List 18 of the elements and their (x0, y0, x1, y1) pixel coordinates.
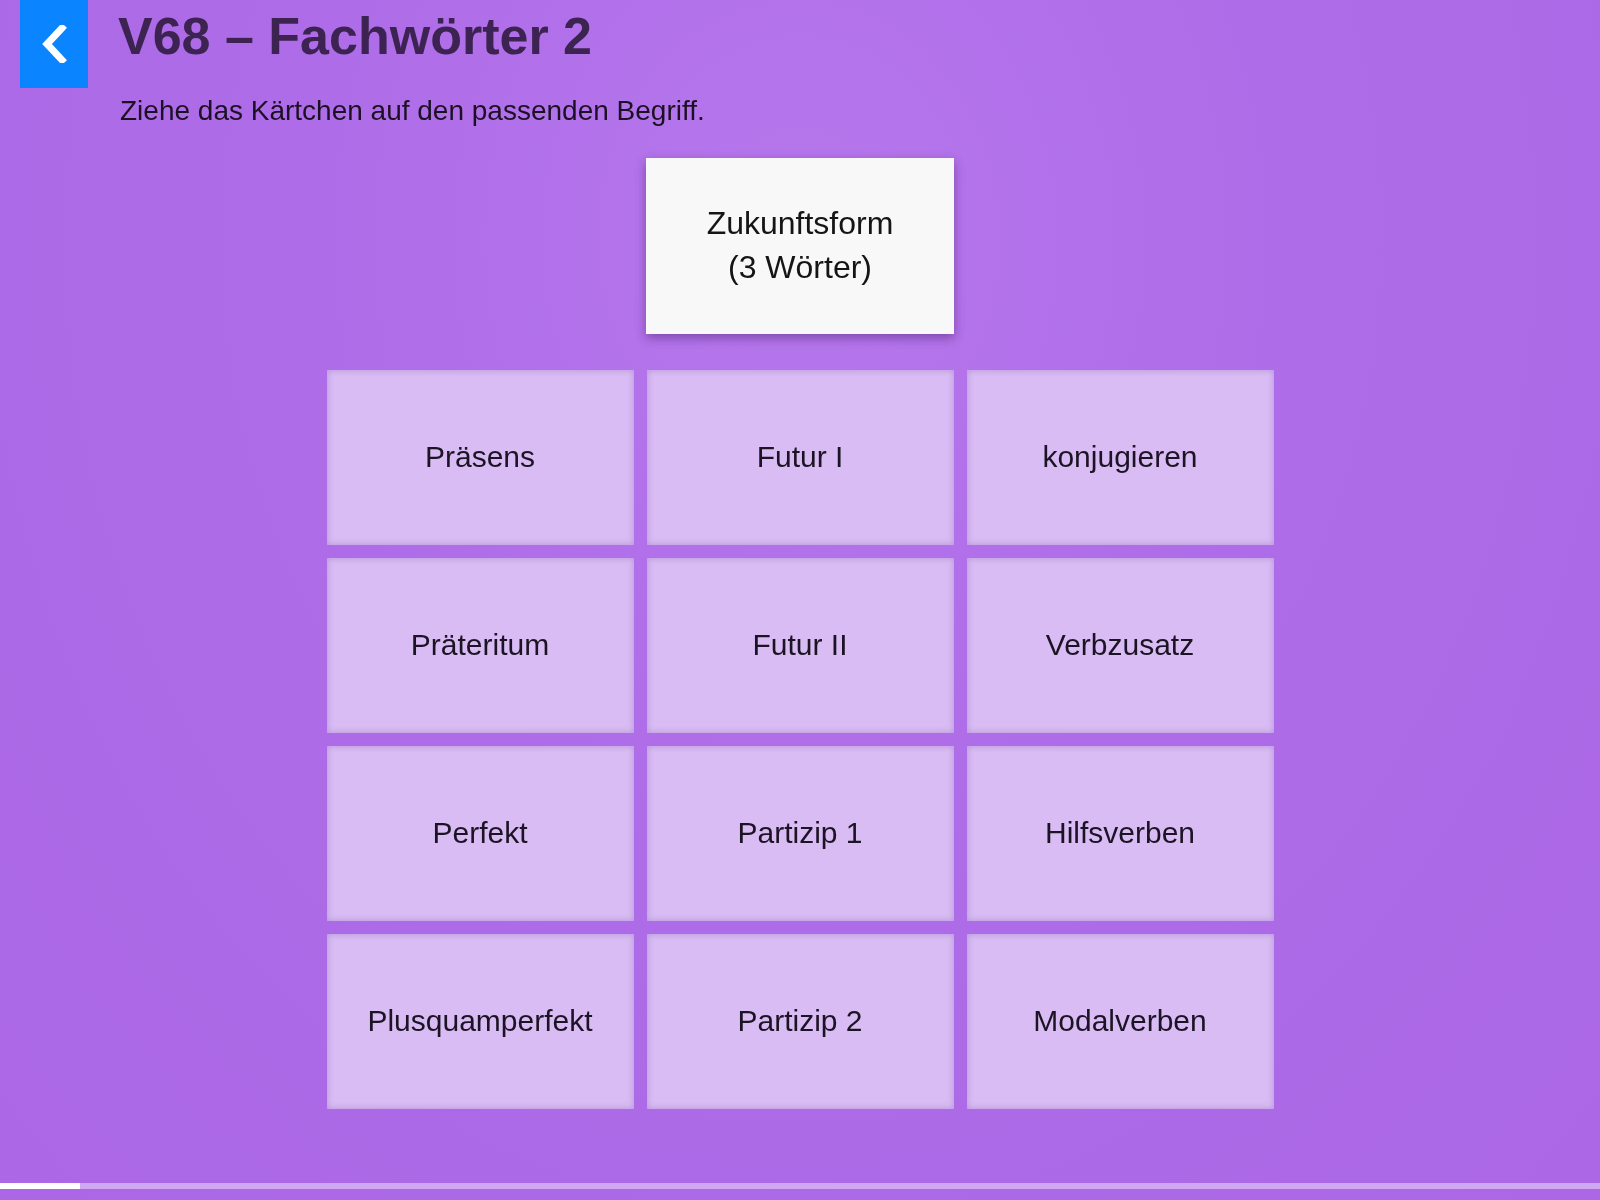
drop-target[interactable]: Futur II (646, 557, 954, 733)
drop-target[interactable]: Präsens (326, 369, 634, 545)
drop-target[interactable]: Präteritum (326, 557, 634, 733)
card-text: Zukunftsform (3 Wörter) (705, 204, 895, 287)
chevron-left-icon (41, 25, 67, 63)
drop-target[interactable]: Hilfsverben (966, 745, 1274, 921)
draggable-card[interactable]: Zukunftsform (3 Wörter) (646, 157, 954, 334)
instruction-text: Ziehe das Kärtchen auf den passenden Begriff. (120, 94, 705, 128)
back-button[interactable] (20, 0, 88, 88)
drop-target[interactable]: Verbzusatz (966, 557, 1274, 733)
drop-target[interactable]: konjugieren (966, 369, 1274, 545)
drop-target[interactable]: Perfekt (326, 745, 634, 921)
drop-target[interactable]: Modalverben (966, 933, 1274, 1109)
drop-target[interactable]: Partizip 2 (646, 933, 954, 1109)
drop-target[interactable]: Partizip 1 (646, 745, 954, 921)
page-title: V68 – Fachwörter 2 (118, 8, 592, 66)
drop-target[interactable]: Futur I (646, 369, 954, 545)
drop-target[interactable]: Plusquamperfekt (326, 933, 634, 1109)
